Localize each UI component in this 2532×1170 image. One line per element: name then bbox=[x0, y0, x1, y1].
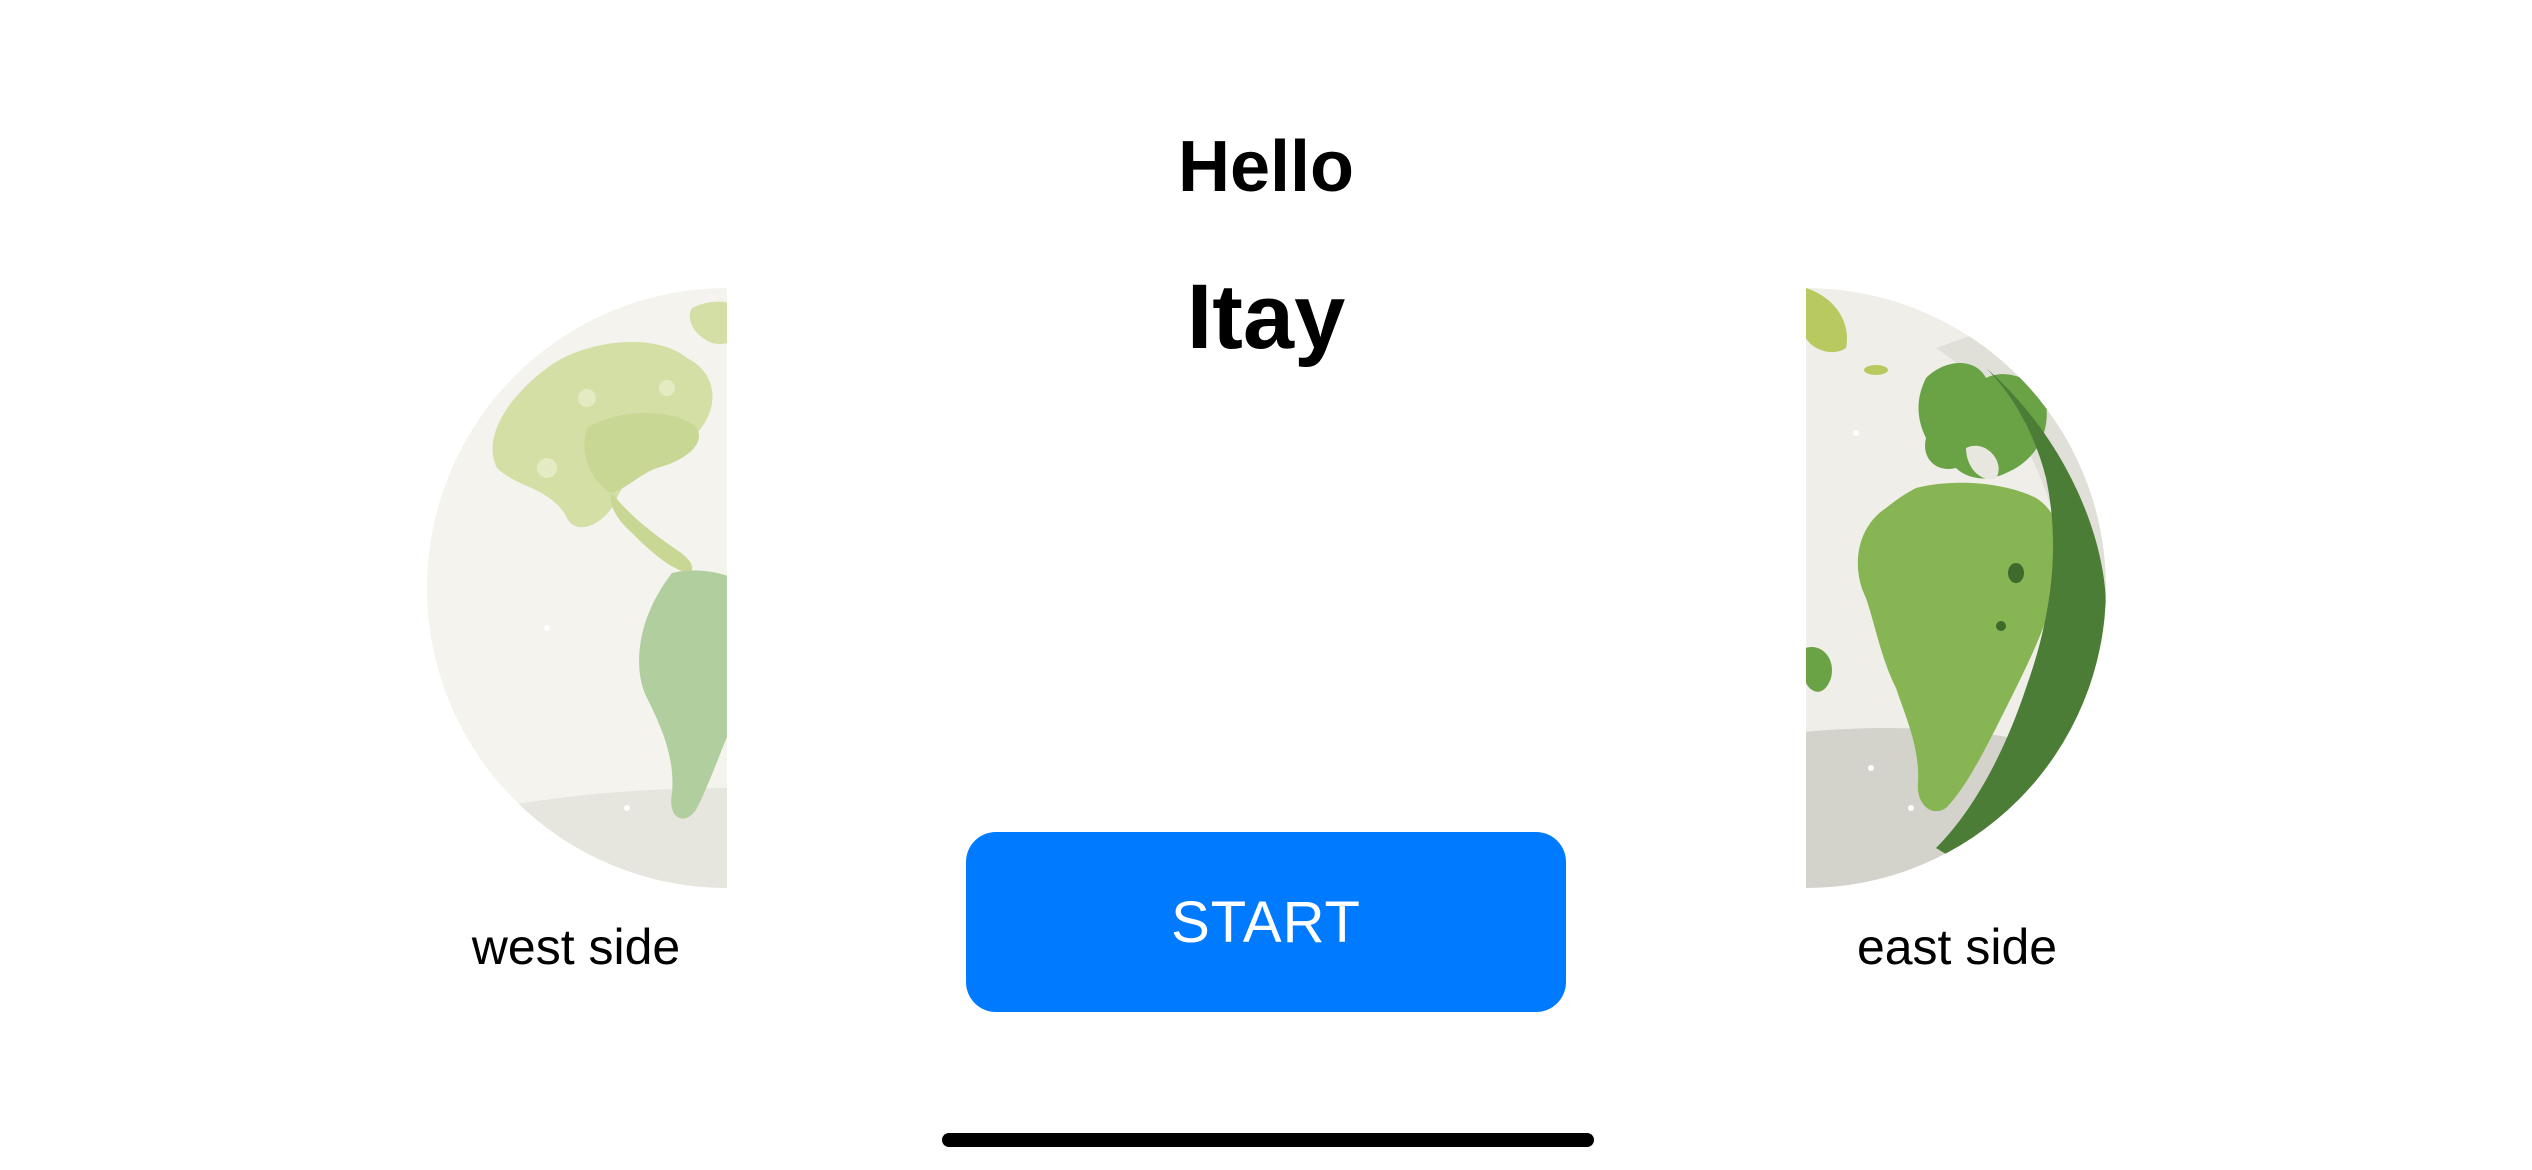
home-indicator[interactable] bbox=[942, 1133, 1594, 1147]
east-globe-button[interactable] bbox=[1806, 288, 2106, 888]
west-side-label: west side bbox=[471, 919, 681, 975]
east-side-label: east side bbox=[1856, 919, 2058, 975]
globe-americas-icon bbox=[427, 288, 727, 888]
greeting-text: Hello bbox=[1177, 127, 1355, 207]
globe-europe-africa-icon bbox=[1806, 288, 2106, 888]
username-text: Itay bbox=[1186, 266, 1346, 368]
start-button[interactable]: START bbox=[966, 832, 1566, 1012]
west-globe-button[interactable] bbox=[427, 288, 727, 888]
